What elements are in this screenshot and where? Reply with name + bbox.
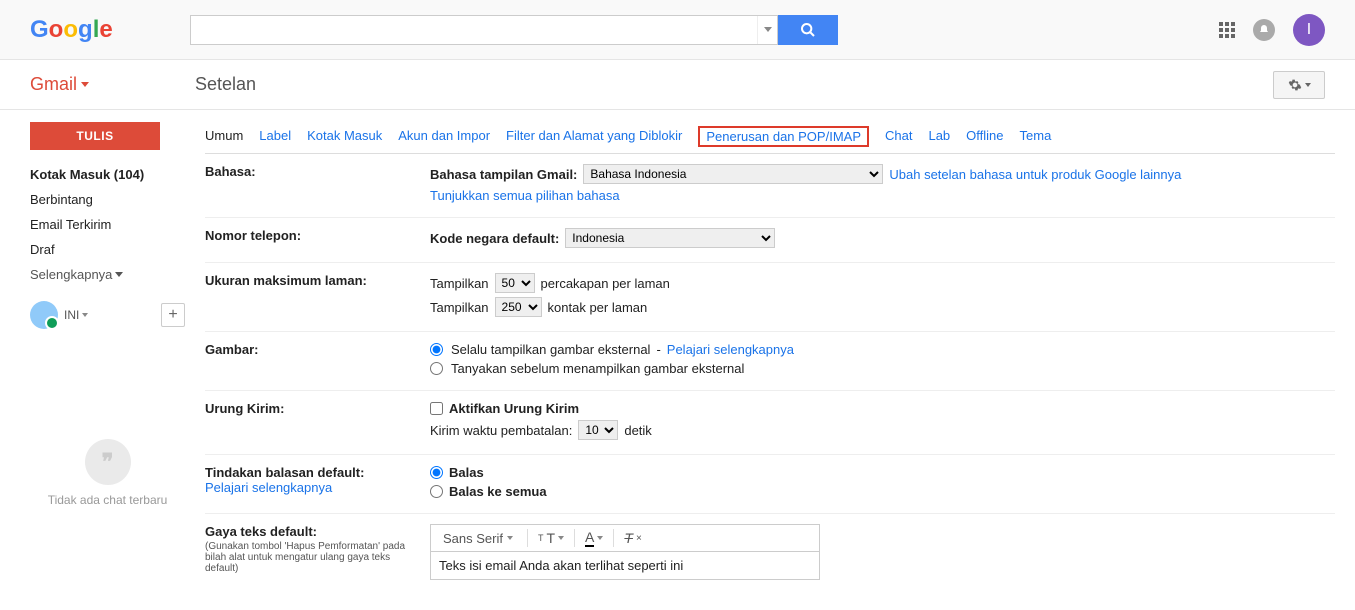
- contacts-per-page-select[interactable]: 250: [495, 297, 542, 317]
- reply-all-radio[interactable]: [430, 485, 443, 498]
- tab-inbox[interactable]: Kotak Masuk: [307, 126, 382, 147]
- language-product-link[interactable]: Ubah setelan bahasa untuk produk Google …: [889, 167, 1181, 182]
- row-pagesize: Ukuran maksimum laman: Tampilkan 50 perc…: [205, 263, 1335, 332]
- font-size-dropdown[interactable]: TT: [538, 530, 564, 546]
- label-textstyle: Gaya teks default: (Gunakan tombol 'Hapu…: [205, 524, 430, 574]
- label-phone: Nomor telepon:: [205, 228, 430, 243]
- sidebar-item-sent[interactable]: Email Terkirim: [30, 212, 185, 237]
- account-avatar[interactable]: I: [1293, 14, 1325, 46]
- images-learn-more-link[interactable]: Pelajari selengkapnya: [667, 342, 794, 357]
- settings-gear-button[interactable]: [1273, 71, 1325, 99]
- content: Umum Label Kotak Masuk Akun dan Impor Fi…: [195, 110, 1355, 610]
- sidebar-item-inbox[interactable]: Kotak Masuk (104): [30, 162, 185, 187]
- images-always-radio[interactable]: [430, 343, 443, 356]
- label-images: Gambar:: [205, 342, 430, 357]
- images-ask-radio[interactable]: [430, 362, 443, 375]
- sub-header: Gmail Setelan: [0, 60, 1355, 110]
- search-input[interactable]: [190, 15, 778, 45]
- tab-general[interactable]: Umum: [205, 126, 243, 147]
- sidebar: TULIS Kotak Masuk (104) Berbintang Email…: [0, 110, 195, 610]
- row-images: Gambar: Selalu tampilkan gambar eksterna…: [205, 332, 1335, 391]
- sidebar-item-starred[interactable]: Berbintang: [30, 187, 185, 212]
- clear-formatting-icon: T: [624, 530, 633, 546]
- tab-labs[interactable]: Lab: [928, 126, 950, 147]
- compose-button[interactable]: TULIS: [30, 122, 160, 150]
- font-color-dropdown[interactable]: A: [585, 529, 603, 547]
- tab-accounts[interactable]: Akun dan Impor: [398, 126, 490, 147]
- gear-icon: [1288, 78, 1302, 92]
- show-all-languages-link[interactable]: Tunjukkan semua pilihan bahasa: [430, 188, 620, 203]
- hangouts-empty: ❞ Tidak ada chat terbaru: [30, 439, 185, 507]
- search-button[interactable]: [778, 15, 838, 45]
- tab-forwarding-pop-imap[interactable]: Penerusan dan POP/IMAP: [698, 126, 869, 147]
- text-toolbar: Sans Serif TT A T×: [430, 524, 820, 552]
- tab-filters[interactable]: Filter dan Alamat yang Diblokir: [506, 126, 682, 147]
- row-undo: Urung Kirim: Aktifkan Urung Kirim Kirim …: [205, 391, 1335, 455]
- chat-profile: INI +: [30, 301, 185, 329]
- label-pagesize: Ukuran maksimum laman:: [205, 273, 430, 288]
- reply-learn-more-link[interactable]: Pelajari selengkapnya: [205, 480, 332, 495]
- label-undo: Urung Kirim:: [205, 401, 430, 416]
- sidebar-item-drafts[interactable]: Draf: [30, 237, 185, 262]
- chat-avatar[interactable]: [30, 301, 58, 329]
- text-style-preview: Teks isi email Anda akan terlihat sepert…: [430, 552, 820, 580]
- google-logo[interactable]: Google: [30, 16, 190, 44]
- label-language: Bahasa:: [205, 164, 430, 179]
- undo-send-checkbox[interactable]: [430, 402, 443, 415]
- label-reply: Tindakan balasan default: Pelajari selen…: [205, 465, 430, 495]
- search-options-dropdown[interactable]: [757, 16, 777, 44]
- topbar-right: I: [1219, 14, 1325, 46]
- tab-offline[interactable]: Offline: [966, 126, 1003, 147]
- row-language: Bahasa: Bahasa tampilan Gmail: Bahasa In…: [205, 154, 1335, 218]
- language-select[interactable]: Bahasa Indonesia: [583, 164, 883, 184]
- chevron-down-icon: [1305, 83, 1311, 87]
- tab-themes[interactable]: Tema: [1020, 126, 1052, 147]
- apps-icon[interactable]: [1219, 22, 1235, 38]
- country-code-label: Kode negara default:: [430, 231, 559, 246]
- settings-tabs: Umum Label Kotak Masuk Akun dan Impor Fi…: [205, 120, 1335, 154]
- tab-labels[interactable]: Label: [259, 126, 291, 147]
- row-textstyle: Gaya teks default: (Gunakan tombol 'Hapu…: [205, 514, 1335, 590]
- row-reply: Tindakan balasan default: Pelajari selen…: [205, 455, 1335, 514]
- sidebar-item-more[interactable]: Selengkapnya: [30, 262, 185, 287]
- gmail-menu[interactable]: Gmail: [30, 74, 195, 95]
- notifications-icon[interactable]: [1253, 19, 1275, 41]
- hangouts-icon: ❞: [85, 439, 131, 485]
- reply-radio[interactable]: [430, 466, 443, 479]
- chat-name-dropdown[interactable]: INI: [64, 308, 88, 322]
- new-chat-button[interactable]: +: [161, 303, 185, 327]
- font-family-dropdown[interactable]: Sans Serif: [439, 531, 517, 546]
- row-phone: Nomor telepon: Kode negara default: Indo…: [205, 218, 1335, 263]
- search-icon: [800, 22, 816, 38]
- undo-send-period-select[interactable]: 10: [578, 420, 618, 440]
- display-language-label: Bahasa tampilan Gmail:: [430, 167, 577, 182]
- top-bar: Google I: [0, 0, 1355, 60]
- page-title: Setelan: [195, 74, 256, 95]
- tab-chat[interactable]: Chat: [885, 126, 912, 147]
- clear-formatting-button[interactable]: T×: [624, 530, 641, 546]
- search-wrap: [190, 15, 838, 45]
- country-code-select[interactable]: Indonesia: [565, 228, 775, 248]
- conversations-per-page-select[interactable]: 50: [495, 273, 535, 293]
